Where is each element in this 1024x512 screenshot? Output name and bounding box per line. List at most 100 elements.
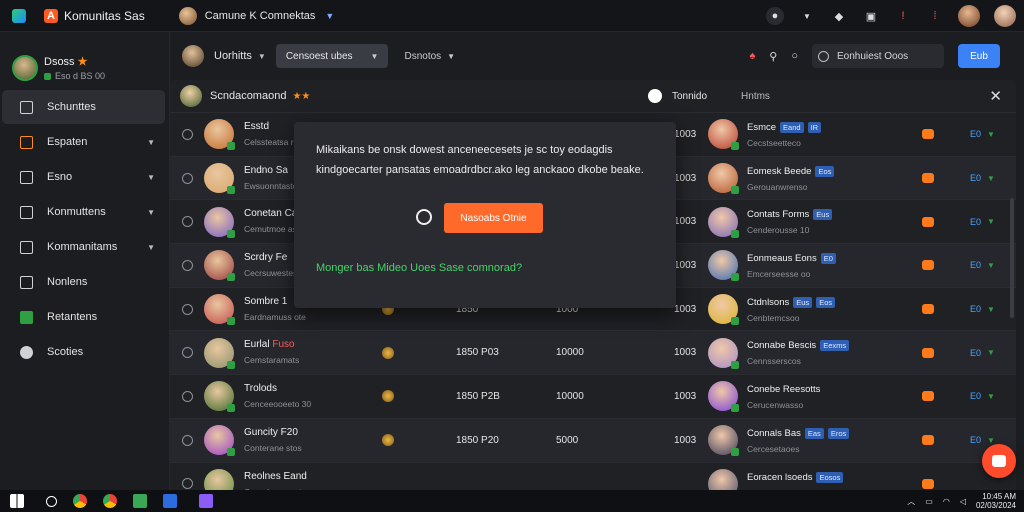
windows-start-icon[interactable]: [10, 494, 24, 508]
member-name[interactable]: Esstd: [244, 121, 269, 132]
avatar: [708, 250, 739, 282]
logo-icon[interactable]: [12, 8, 26, 23]
chevron-down-icon[interactable]: ▼: [987, 261, 995, 270]
member-name[interactable]: Endno Sa: [244, 165, 288, 176]
browser-icon-2[interactable]: [103, 494, 117, 508]
search-input[interactable]: Eonhuiest Ooos: [812, 44, 944, 68]
chevron-down-icon[interactable]: ▼: [987, 392, 995, 401]
sidebar-item-konmuttens[interactable]: Konmuttens ▼: [2, 195, 165, 229]
member-name[interactable]: Trolods: [244, 383, 277, 394]
sidebar-item-espaten[interactable]: Espaten ▼: [2, 125, 165, 159]
coin-icon: [382, 434, 394, 447]
member-name[interactable]: Guncity F20: [244, 427, 298, 438]
close-icon[interactable]: ✕: [989, 87, 1002, 105]
folder-icon: [20, 170, 33, 184]
partner-name[interactable]: Connabe Bescis Eexms: [747, 340, 850, 352]
partner-name[interactable]: Ctdnlsons Eus Eos: [747, 296, 836, 308]
row-checkbox[interactable]: [182, 172, 193, 184]
member-subtitle: Conterane stos: [244, 442, 302, 453]
row-checkbox[interactable]: [182, 128, 193, 140]
row-checkbox[interactable]: [182, 347, 193, 359]
user-icon: [20, 135, 33, 149]
status-badge: Eros: [827, 427, 850, 439]
member-name[interactable]: Reolnes Eand: [244, 471, 307, 482]
row-checkbox[interactable]: [182, 216, 193, 228]
app-icon-2[interactable]: [163, 494, 177, 508]
chevron-down-icon[interactable]: ▼: [987, 174, 995, 183]
grid-icon: [20, 100, 33, 114]
notification-icon[interactable]: ◆: [830, 7, 848, 25]
browser-icon[interactable]: [73, 494, 87, 508]
bookmark-icon[interactable]: ♠: [749, 50, 755, 62]
partner-name[interactable]: Conebe Reesotts: [747, 384, 820, 395]
table-row[interactable]: Guncity F20 Conterane stos 1850 P20 5000 10…: [170, 417, 1016, 462]
chevron-down-icon[interactable]: ▼: [798, 7, 816, 25]
status-badge: Eexms: [820, 340, 850, 352]
modal-cta-button[interactable]: Nasoabs Otnie: [444, 203, 543, 233]
user-avatar[interactable]: [958, 5, 980, 27]
filter-icon[interactable]: ○: [791, 50, 798, 62]
member-name[interactable]: Scrdry Fe: [244, 252, 287, 263]
wifi-icon[interactable]: ◠: [943, 497, 950, 506]
chat-icon[interactable]: ▣: [862, 7, 880, 25]
table-row[interactable]: Trolods Cenceeooeeto 30 1850 P2B 10000 1003…: [170, 374, 1016, 418]
sidebar-profile[interactable]: Dsoss ★ Eso d BS 00: [0, 32, 169, 90]
partner-name[interactable]: Connals Bas Eas Eros: [747, 427, 850, 439]
row-checkbox[interactable]: [182, 390, 193, 402]
scrollbar[interactable]: [1010, 198, 1014, 318]
row-checkbox[interactable]: [182, 259, 193, 271]
sidebar-item-retantens[interactable]: Retantens: [2, 300, 165, 334]
search-icon[interactable]: ●: [766, 7, 784, 25]
account-avatar[interactable]: [994, 5, 1016, 27]
user-selector[interactable]: Uorhitts ▼: [182, 45, 266, 67]
sort-link[interactable]: Dsnotos ▼: [404, 51, 455, 62]
row-checkbox[interactable]: [182, 434, 193, 446]
active-app-icon[interactable]: [199, 494, 213, 508]
search-icon[interactable]: ⚲: [769, 50, 777, 63]
battery-icon[interactable]: ▭: [925, 497, 933, 506]
chevron-down-icon[interactable]: ▼: [987, 305, 995, 314]
member-name[interactable]: Eurlal Fuso: [244, 339, 295, 350]
partner-name[interactable]: Contats Forms Eus: [747, 209, 833, 221]
filter-dropdown[interactable]: Censoest ubes ▼: [275, 44, 389, 68]
cell-value-3: 1003: [674, 128, 697, 140]
table-row[interactable]: Eurlal Fuso Cemstaramats 1850 P03 10000 1003…: [170, 330, 1016, 375]
sidebar-item-schunttes[interactable]: Schunttes: [2, 90, 165, 124]
chevron-down-icon: ▼: [325, 10, 335, 21]
clock[interactable]: 10:45 AM 02/03/2024: [976, 492, 1016, 510]
sidebar-item-kommanitams[interactable]: Kommanitams ▼: [2, 230, 165, 264]
table-row[interactable]: Reolnes Eand CeandsenrusatesEoracen lsoe…: [170, 461, 1016, 490]
partner-name[interactable]: Eomesk Beede Eos: [747, 165, 835, 177]
app-logo-icon[interactable]: A: [44, 8, 58, 23]
status-badge: Eus: [793, 296, 813, 308]
primary-button[interactable]: Eub: [958, 44, 1000, 68]
sidebar-item-scoties[interactable]: Scoties: [2, 335, 165, 369]
partner-name[interactable]: Eoracen lsoeds Eosos: [747, 471, 844, 483]
chevron-up-icon[interactable]: ︿: [907, 496, 915, 507]
member-name[interactable]: Sombre 1: [244, 296, 287, 307]
search-icon[interactable]: [46, 495, 57, 507]
sidebar-item-esno[interactable]: Esno ▼: [2, 160, 165, 194]
workspace-switcher[interactable]: Camune K Comnektas ▼: [178, 6, 335, 25]
modal-hint-link[interactable]: Monger bas Mideo Uoes Sase comnorad?: [316, 262, 522, 274]
partner-name[interactable]: Eonmeaus Eons E0: [747, 253, 836, 265]
alert-icon[interactable]: !: [894, 7, 912, 25]
volume-icon[interactable]: ◁: [960, 497, 966, 506]
chevron-down-icon[interactable]: ▼: [987, 348, 995, 357]
row-checkbox[interactable]: [182, 303, 193, 315]
partner-name[interactable]: Esmce Eand IR: [747, 122, 822, 133]
cell-value-3: 1003: [674, 216, 697, 228]
app-icon[interactable]: [133, 494, 147, 508]
member-name[interactable]: Conetan Ca: [244, 208, 297, 219]
version-label: E0: [970, 260, 982, 271]
row-checkbox[interactable]: [182, 478, 193, 490]
chevron-down-icon[interactable]: ▼: [987, 130, 995, 139]
alert-icon-2[interactable]: ⁞: [926, 7, 944, 25]
sidebar-item-nonlens[interactable]: Nonlens: [2, 265, 165, 299]
chevron-down-icon[interactable]: ▼: [987, 217, 995, 226]
chat-bubble-icon[interactable]: [648, 89, 662, 103]
cell-value-2: 10000: [556, 390, 584, 402]
workspace-avatar: [178, 6, 197, 25]
chat-fab-button[interactable]: [982, 444, 1016, 478]
chevron-down-icon[interactable]: ▼: [987, 436, 995, 445]
